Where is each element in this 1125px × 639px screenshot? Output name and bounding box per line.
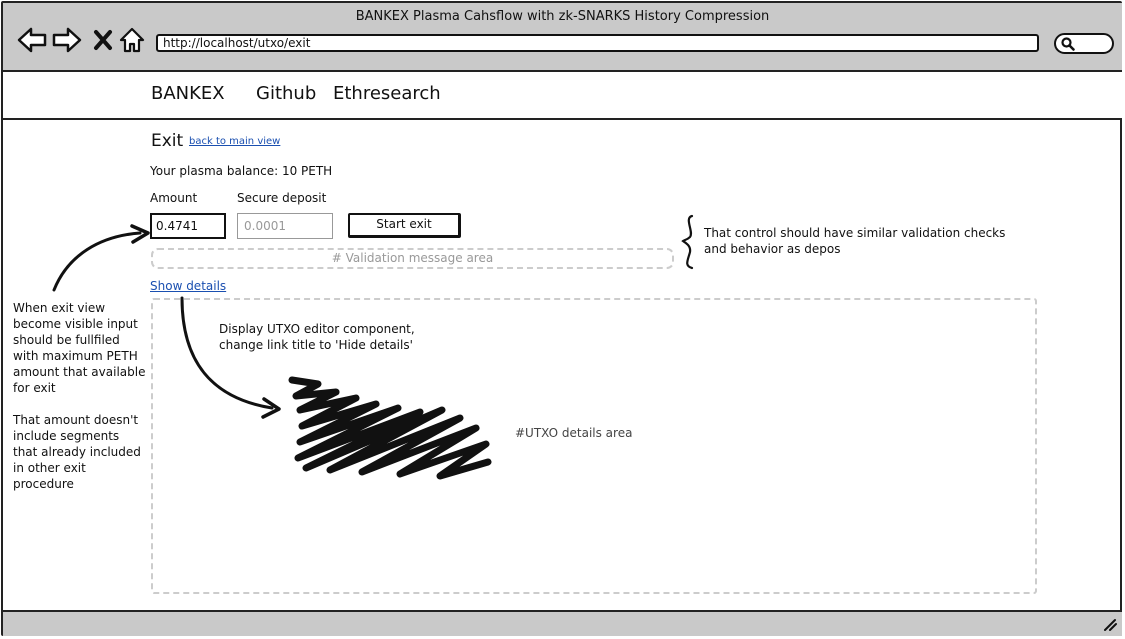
amount-input[interactable]: 0.4741 (150, 213, 226, 239)
back-arrow-icon[interactable] (17, 27, 47, 53)
note-line: When exit view (13, 301, 106, 315)
note-line: should be fullfiled (13, 333, 120, 347)
back-to-main-link[interactable]: back to main view (189, 136, 280, 147)
note-line: procedure (13, 477, 74, 491)
note-spacer (13, 396, 145, 412)
nav-link-ethresearch[interactable]: Ethresearch (333, 83, 441, 104)
search-icon (1061, 37, 1075, 51)
home-icon[interactable] (119, 27, 145, 53)
show-details-link[interactable]: Show details (150, 279, 226, 293)
annotation-autofill-note: When exit view become visible input shou… (13, 300, 145, 492)
nav-link-github[interactable]: Github (256, 83, 316, 104)
note-line: and behavior as depos (704, 242, 841, 256)
note-line: Display UTXO editor component, (219, 322, 415, 336)
note-line: in other exit (13, 461, 86, 475)
plasma-balance: Your plasma balance: 10 PETH (150, 164, 333, 178)
window-title: BANKEX Plasma Cahsflow with zk-SNARKS Hi… (355, 9, 770, 24)
nav-link-bankex[interactable]: BANKEX (151, 83, 225, 104)
secure-deposit-label: Secure deposit (237, 191, 327, 205)
annotation-details-note: Display UTXO editor component, change li… (219, 321, 415, 353)
close-icon[interactable] (93, 27, 113, 53)
browser-chrome: BANKEX Plasma Cahsflow with zk-SNARKS Hi… (3, 3, 1122, 72)
note-line: amount that available (13, 365, 146, 379)
status-bar (3, 610, 1122, 636)
note-line: become visible input (13, 317, 138, 331)
validation-message-area: # Validation message area (151, 248, 674, 269)
resize-grip-icon[interactable] (1100, 617, 1118, 631)
site-header: BANKEX Github Ethresearch (3, 72, 1122, 120)
note-line: change link title to 'Hide details' (219, 338, 413, 352)
note-line: that already included (13, 445, 141, 459)
annotation-validation-note: That control should have similar validat… (704, 225, 1005, 257)
url-bar[interactable]: http://localhost/utxo/exit (156, 34, 1039, 52)
note-line: with maximum PETH (13, 349, 138, 363)
forward-arrow-icon[interactable] (52, 27, 82, 53)
note-line: include segments (13, 429, 120, 443)
note-line: That control should have similar validat… (704, 226, 1006, 240)
note-line: That amount doesn't (13, 413, 139, 427)
note-line: for exit (13, 381, 56, 395)
start-exit-button[interactable]: Start exit (348, 213, 461, 238)
utxo-details-area-label: #UTXO details area (515, 426, 633, 440)
page-title: Exit (151, 131, 184, 151)
amount-label: Amount (150, 191, 198, 205)
secure-deposit-input[interactable]: 0.0001 (237, 213, 333, 239)
search-box[interactable] (1054, 33, 1114, 54)
